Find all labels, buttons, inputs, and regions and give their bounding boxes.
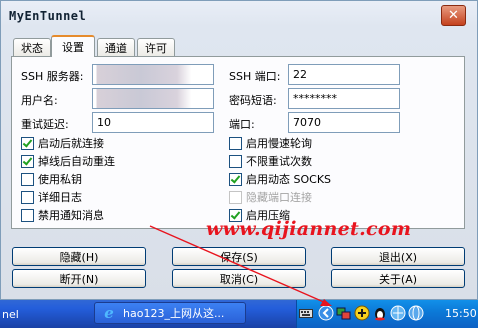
network-icon[interactable] — [336, 305, 352, 321]
taskbar-item-label: hao123_上网从这... — [123, 307, 225, 320]
ssh-port-field[interactable]: 22 — [288, 64, 400, 85]
passphrase-field[interactable]: ******** — [288, 88, 400, 109]
checkbox-checkboxes_right-0[interactable]: 启用慢速轮询 — [229, 135, 312, 151]
checkbox-empty-icon[interactable] — [229, 136, 242, 150]
retry-delay-field[interactable]: 10 — [92, 112, 214, 133]
checkbox-label: 启用动态 SOCKS — [246, 173, 332, 186]
username-label: 用户名: — [21, 94, 58, 107]
ssh-port-label: SSH 端口: — [229, 70, 281, 83]
checkbox-label: 掉线后自动重连 — [38, 155, 115, 168]
internet-explorer-icon: e — [104, 304, 114, 322]
checkbox-checkboxes_right-1[interactable]: 不限重试次数 — [229, 153, 312, 169]
taskbar-item-browser[interactable]: e hao123_上网从这... — [94, 302, 246, 324]
checkbox-checkboxes_left-0[interactable]: 启动后就连接 — [21, 135, 104, 151]
globe-icon[interactable] — [390, 305, 406, 321]
checkbox-checked-icon[interactable] — [21, 154, 34, 168]
checkbox-label: 启动后就连接 — [38, 137, 104, 150]
port-field[interactable]: 7070 — [288, 112, 400, 133]
checkbox-empty-icon[interactable] — [229, 154, 242, 168]
checkbox-checkboxes_left-4[interactable]: 禁用通知消息 — [21, 207, 104, 223]
checkbox-checkboxes_left-3[interactable]: 详细日志 — [21, 189, 82, 205]
port-label: 端口: — [229, 118, 255, 131]
ssh-server-field[interactable] — [92, 64, 214, 85]
checkbox-empty-icon[interactable] — [21, 208, 34, 222]
plus-icon[interactable] — [354, 305, 370, 321]
checkbox-checkboxes_right-3: 隐藏端口连接 — [229, 189, 312, 205]
checkbox-label: 启用慢速轮询 — [246, 137, 312, 150]
checkbox-empty-icon[interactable] — [21, 190, 34, 204]
checkbox-empty-icon — [229, 190, 242, 204]
checkbox-checkboxes_right-2[interactable]: 启用动态 SOCKS — [229, 171, 331, 187]
taskbar-left-label: nel — [2, 308, 19, 321]
checkbox-label: 详细日志 — [38, 191, 82, 204]
watermark-text: www.qijiannet.com — [206, 218, 412, 240]
retry-delay-label: 重试延迟: — [21, 118, 69, 131]
checkbox-checked-icon[interactable] — [21, 136, 34, 150]
clock: 15:50 — [445, 307, 477, 320]
myentunnel-window: MyEnTunnel ✕ 状态 设置 通道 许可 SSH 服务器: 用户名: 重… — [0, 0, 478, 300]
checkbox-checkboxes_left-2[interactable]: 使用私钥 — [21, 171, 82, 187]
keyboard-icon[interactable] — [298, 305, 314, 321]
globe-alt-icon[interactable] — [408, 305, 424, 321]
checkbox-label: 不限重试次数 — [246, 155, 312, 168]
checkbox-checkboxes_left-1[interactable]: 掉线后自动重连 — [21, 153, 115, 169]
checkbox-label: 禁用通知消息 — [38, 209, 104, 222]
ssh-server-label: SSH 服务器: — [21, 70, 84, 83]
checkbox-label: 使用私钥 — [38, 173, 82, 186]
checkbox-empty-icon[interactable] — [21, 172, 34, 186]
qq-penguin-icon[interactable] — [372, 305, 388, 321]
passphrase-label: 密码短语: — [229, 94, 277, 107]
checkbox-checked-icon[interactable] — [229, 172, 242, 186]
username-field[interactable] — [92, 88, 214, 109]
checkbox-label: 隐藏端口连接 — [246, 191, 312, 204]
chevron-left-icon[interactable] — [318, 305, 334, 321]
